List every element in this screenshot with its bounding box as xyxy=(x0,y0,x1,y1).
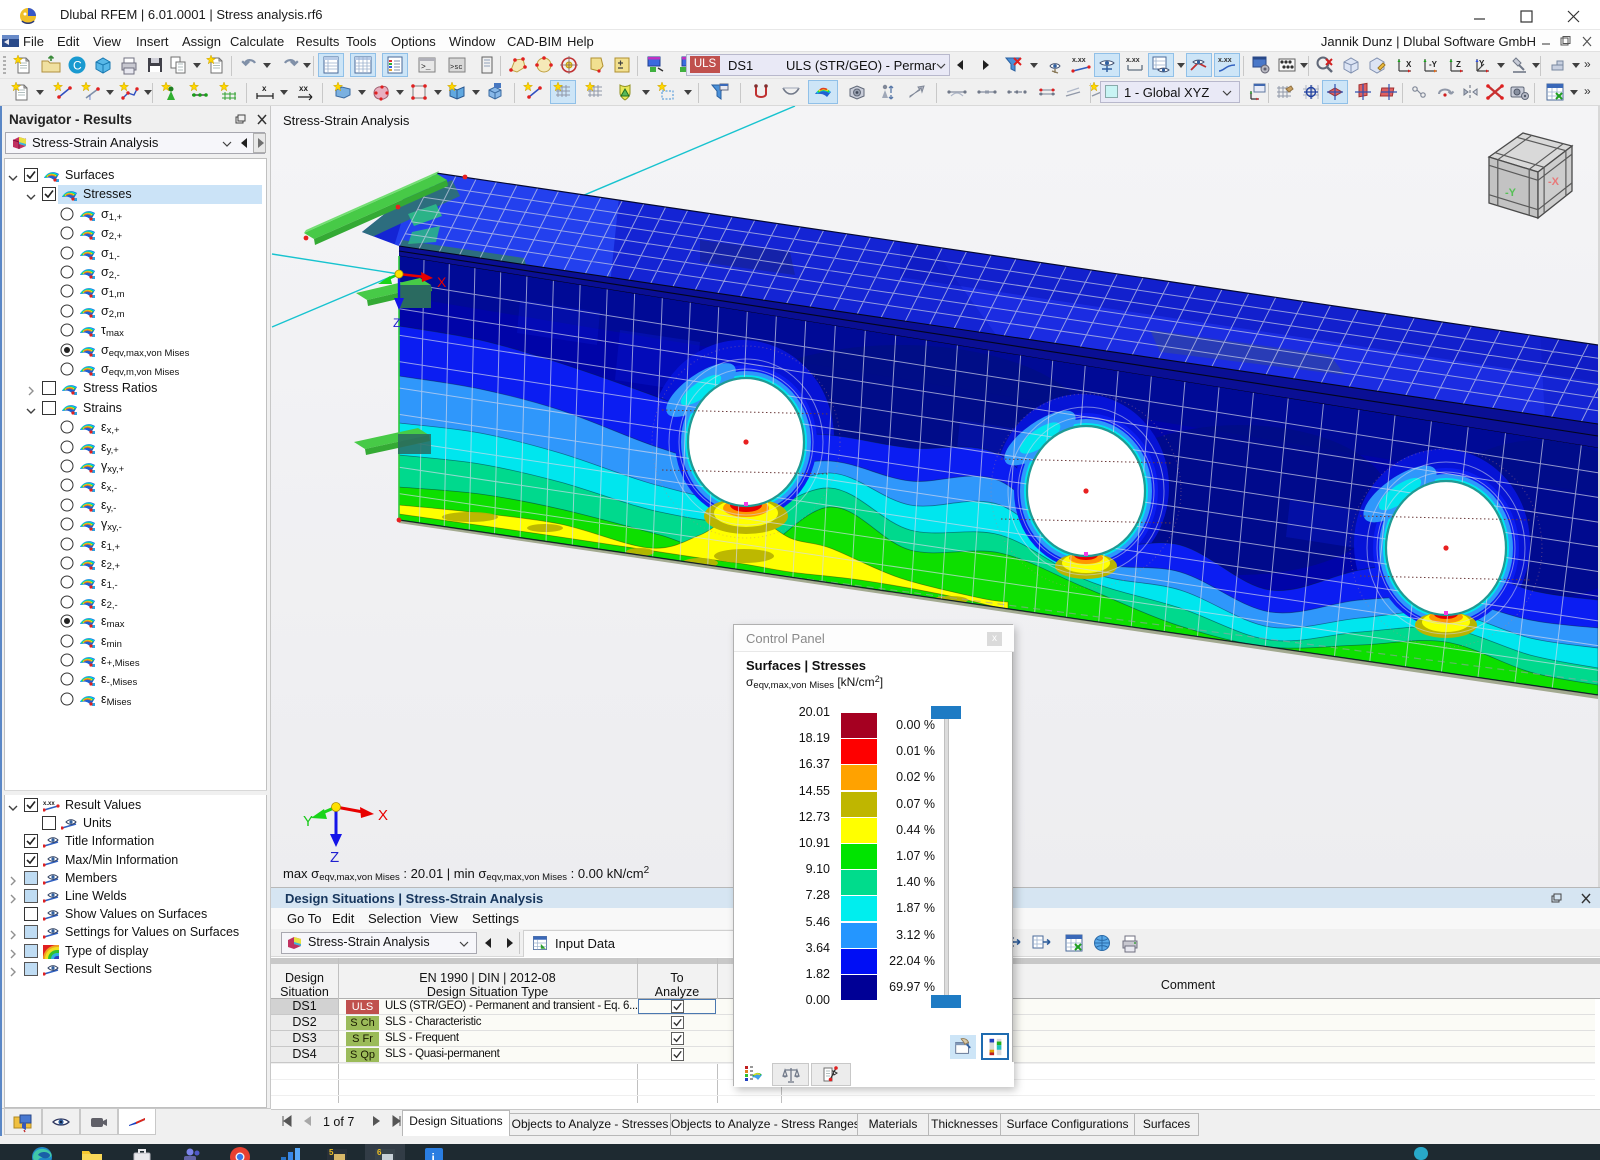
svg-text:C: C xyxy=(73,59,82,73)
svg-text:x.xx: x.xx xyxy=(1072,57,1086,64)
svg-text:Y: Y xyxy=(303,813,313,830)
svg-text:x.xx: x.xx xyxy=(1218,57,1232,64)
svg-text:Y: Y xyxy=(1479,59,1485,68)
svg-text:x: x xyxy=(262,84,267,93)
svg-text:Z: Z xyxy=(393,316,400,330)
svg-text:-Y: -Y xyxy=(1505,187,1517,199)
svg-text:>sc: >sc xyxy=(450,64,463,72)
svg-text:-Y: -Y xyxy=(1429,60,1438,69)
svg-text:>_: >_ xyxy=(421,63,431,72)
svg-text:X: X xyxy=(437,274,447,290)
svg-text:I: I xyxy=(89,95,91,102)
svg-text:5: 5 xyxy=(329,1148,334,1157)
svg-text:xx: xx xyxy=(299,84,308,93)
svg-text:X: X xyxy=(378,807,388,824)
svg-text:x.xx: x.xx xyxy=(43,801,55,807)
svg-text:X: X xyxy=(1406,60,1412,69)
svg-text:i: i xyxy=(432,1151,435,1160)
svg-text:Z: Z xyxy=(330,849,339,866)
svg-text:-X: -X xyxy=(1548,176,1560,188)
svg-text:6: 6 xyxy=(377,1148,382,1157)
svg-text:x.xx: x.xx xyxy=(1126,57,1140,64)
svg-text:Z: Z xyxy=(1456,60,1461,69)
